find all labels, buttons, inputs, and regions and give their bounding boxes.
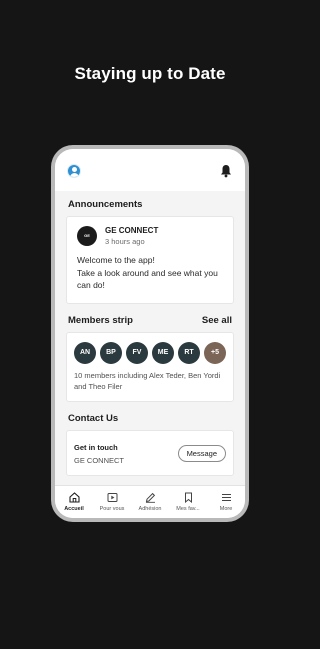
message-button[interactable]: Message bbox=[177, 445, 226, 462]
user-avatar-icon[interactable] bbox=[67, 164, 81, 178]
tab-label: More bbox=[219, 506, 233, 512]
menu-icon bbox=[221, 494, 231, 501]
tab-more[interactable]: More bbox=[208, 492, 244, 512]
announcement-time: 3 hours ago bbox=[105, 237, 145, 246]
member-chip[interactable]: AN bbox=[74, 342, 96, 364]
announcements-title: Announcements bbox=[68, 199, 143, 210]
announcement-line-2: Take a look around and see what you can … bbox=[77, 267, 218, 291]
contact-heading: Get in touch bbox=[74, 442, 118, 452]
tab-accueil[interactable]: Accueil bbox=[56, 492, 92, 512]
member-chip[interactable]: BP bbox=[100, 342, 122, 364]
bookmark-icon bbox=[184, 492, 192, 503]
announcement-line-1: Welcome to the app! bbox=[77, 255, 155, 265]
page-headline: Staying up to Date bbox=[74, 64, 226, 83]
play-icon bbox=[107, 493, 117, 502]
members-card: AN BP FV ME RT +5 10 members including A… bbox=[66, 332, 234, 402]
member-chip[interactable]: FV bbox=[126, 342, 148, 364]
pen-icon bbox=[145, 492, 155, 503]
announcements-section-title: Announcements bbox=[68, 199, 232, 210]
tab-label: Adhésion bbox=[138, 506, 162, 512]
tab-label: Accueil bbox=[64, 506, 84, 512]
announcement-card[interactable]: GE CONNECT GE CONNECT 3 hours ago Welcom… bbox=[66, 216, 234, 304]
announcement-author: GE CONNECT bbox=[105, 226, 159, 235]
tab-label: Mes fav... bbox=[176, 506, 200, 512]
members-title: Members strip bbox=[68, 315, 133, 326]
home-icon bbox=[68, 492, 80, 503]
contact-card: Get in touch GE CONNECT Message bbox=[66, 430, 234, 476]
top-bar bbox=[55, 149, 245, 191]
contact-section-title: Contact Us bbox=[68, 413, 232, 424]
contact-org: GE CONNECT bbox=[74, 455, 125, 465]
member-chips: AN BP FV ME RT +5 bbox=[74, 342, 226, 364]
member-chip[interactable]: ME bbox=[152, 342, 174, 364]
announcement-header: GE CONNECT GE CONNECT 3 hours ago bbox=[77, 226, 223, 258]
tab-pour-vous[interactable]: Pour vous bbox=[94, 492, 130, 512]
member-chip[interactable]: RT bbox=[178, 342, 200, 364]
app-screen: Announcements GE CONNECT GE CONNECT 3 ho… bbox=[55, 149, 245, 518]
announcement-body: Welcome to the app! Take a look around a… bbox=[77, 254, 223, 292]
contact-title: Contact Us bbox=[68, 413, 119, 424]
phone-frame: Announcements GE CONNECT GE CONNECT 3 ho… bbox=[51, 145, 249, 522]
see-all-link[interactable]: See all bbox=[202, 315, 232, 326]
members-summary: 10 members including Alex Teder, Ben Yor… bbox=[74, 371, 221, 391]
ge-connect-logo: GE CONNECT bbox=[77, 226, 97, 258]
more-members-chip[interactable]: +5 bbox=[204, 342, 226, 364]
tab-label: Pour vous bbox=[99, 506, 125, 512]
feed-content: Announcements GE CONNECT GE CONNECT 3 ho… bbox=[55, 199, 245, 476]
tab-adhesion[interactable]: Adhésion bbox=[132, 492, 168, 512]
bottom-tab-bar: Accueil Pour vous Adhésion Mes fav... Mo… bbox=[55, 485, 245, 518]
tab-mes-favoris[interactable]: Mes fav... bbox=[170, 492, 206, 512]
bell-icon[interactable] bbox=[220, 164, 232, 178]
members-section-title: Members strip See all bbox=[68, 315, 232, 326]
